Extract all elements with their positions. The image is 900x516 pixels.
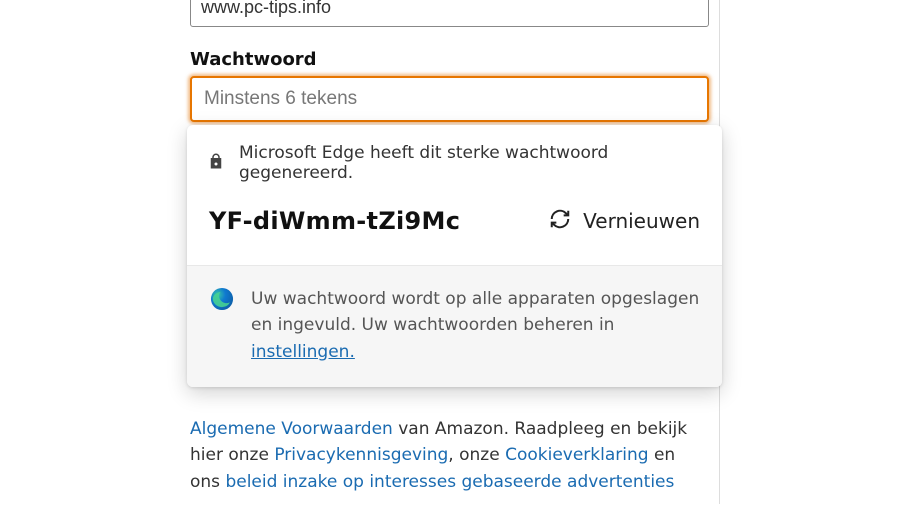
popup-footer-text: Uw wachtwoord wordt op alle apparaten op… bbox=[251, 286, 700, 365]
terms-conditions-link[interactable]: Algemene Voorwaarden bbox=[190, 419, 393, 439]
refresh-password-button[interactable]: Vernieuwen bbox=[549, 208, 700, 235]
popup-header-text: Microsoft Edge heeft dit sterke wachtwoo… bbox=[239, 143, 702, 183]
popup-body: YF-diWmm-tZi9Mc Vernieuwen bbox=[187, 199, 722, 265]
password-input[interactable] bbox=[190, 76, 709, 122]
settings-link[interactable]: instellingen. bbox=[251, 342, 355, 362]
popup-header: Microsoft Edge heeft dit sterke wachtwoo… bbox=[187, 125, 722, 199]
lock-icon bbox=[207, 151, 225, 175]
refresh-icon bbox=[549, 208, 571, 235]
popup-footer: Uw wachtwoord wordt op alle apparaten op… bbox=[187, 265, 722, 387]
interest-ads-link[interactable]: beleid inzake op interesses gebaseerde a… bbox=[225, 472, 674, 492]
privacy-link[interactable]: Privacykennisgeving bbox=[274, 445, 448, 465]
terms-text-2: , onze bbox=[448, 445, 505, 465]
website-input[interactable] bbox=[190, 0, 709, 27]
password-label: Wachtwoord bbox=[190, 49, 709, 70]
edge-icon bbox=[209, 286, 235, 316]
signup-form-section: Wachtwoord Microsoft Edge heeft dit ster… bbox=[180, 0, 720, 504]
refresh-label: Vernieuwen bbox=[583, 209, 700, 233]
cookie-link[interactable]: Cookieverklaring bbox=[505, 445, 648, 465]
generated-password: YF-diWmm-tZi9Mc bbox=[209, 207, 460, 235]
footer-text-span: Uw wachtwoord wordt op alle apparaten op… bbox=[251, 289, 699, 335]
terms-paragraph: Algemene Voorwaarden van Amazon. Raadple… bbox=[190, 416, 709, 495]
password-suggestion-popup: Microsoft Edge heeft dit sterke wachtwoo… bbox=[187, 125, 722, 387]
